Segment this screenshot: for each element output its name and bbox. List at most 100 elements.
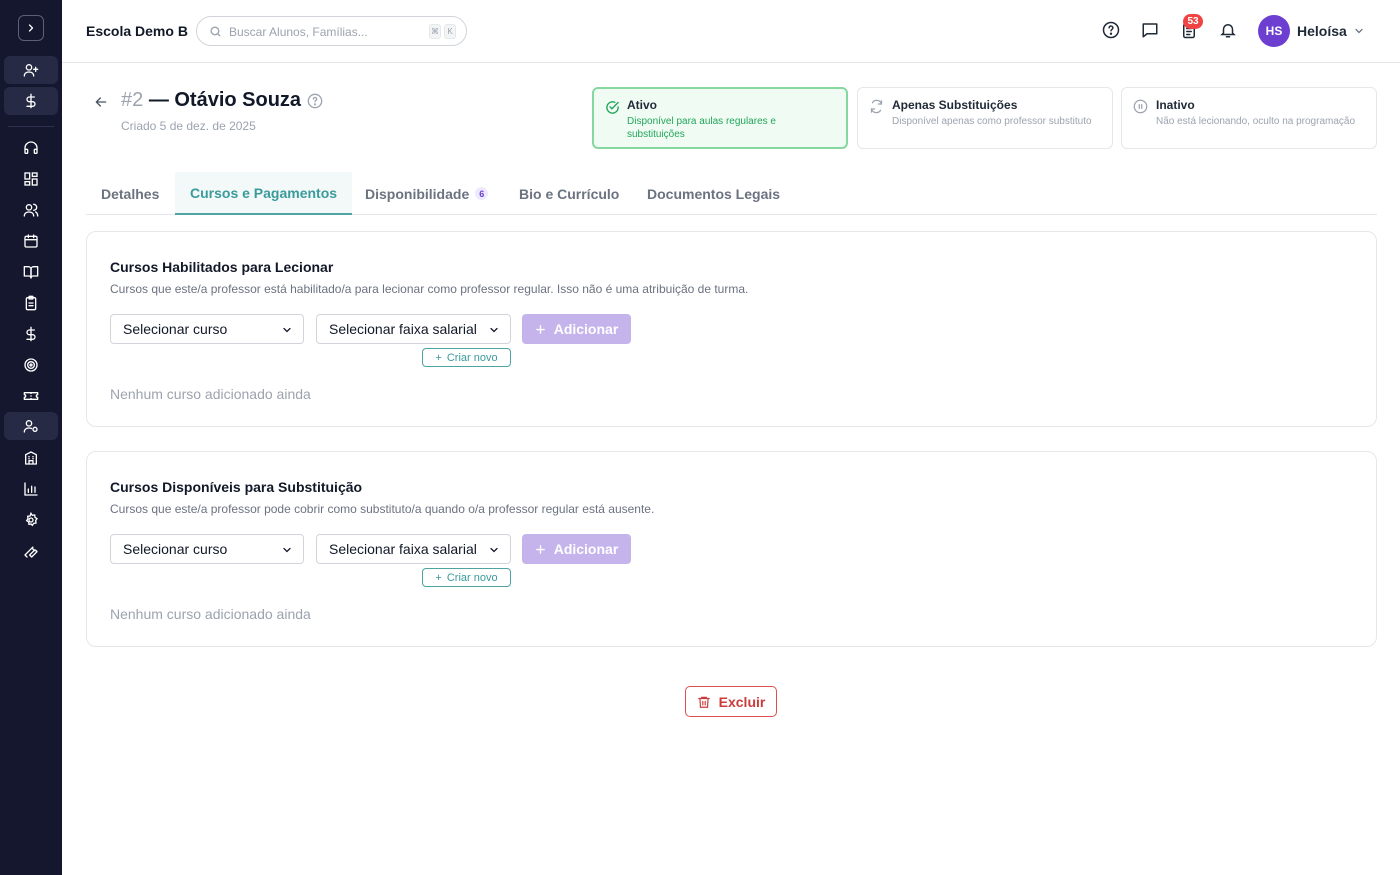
chat-icon[interactable]: [1141, 21, 1159, 39]
empty-state-text: Nenhum curso adicionado ainda: [110, 606, 311, 622]
sidebar-item-teachers[interactable]: [4, 412, 58, 440]
ticket-icon: [23, 392, 39, 400]
section-description: Cursos que este/a professor pode cobrir …: [110, 502, 655, 516]
sidebar-item-students[interactable]: [4, 196, 58, 224]
select-value: Selecionar faixa salarial: [329, 321, 477, 337]
status-option-inactive[interactable]: Inativo Não está lecionando, oculto na p…: [1121, 87, 1377, 149]
user-plus-icon: [23, 63, 39, 77]
create-new-salary-band-button[interactable]: + Criar novo: [422, 568, 511, 587]
button-label: Criar novo: [446, 351, 498, 364]
sidebar-item-finance[interactable]: [4, 320, 58, 348]
section-description: Cursos que este/a professor está habilit…: [110, 282, 749, 296]
tab-count-badge: 6: [475, 187, 489, 200]
user-name[interactable]: Heloísa: [1297, 23, 1347, 39]
empty-state-text: Nenhum curso adicionado ainda: [110, 386, 311, 402]
user-avatar[interactable]: HS: [1258, 15, 1290, 47]
enabled-courses-card: Cursos Habilitados para Lecionar Cursos …: [86, 231, 1377, 427]
delete-button[interactable]: Excluir: [685, 686, 777, 717]
help-circle-icon[interactable]: [307, 93, 323, 109]
section-title: Cursos Disponíveis para Substituição: [110, 479, 363, 495]
search-input[interactable]: [229, 23, 419, 41]
teacher-name: — Otávio Souza: [148, 89, 302, 111]
kbd-key: K: [444, 24, 456, 39]
sidebar-item-billing[interactable]: [4, 87, 58, 115]
bell-icon[interactable]: [1219, 21, 1237, 39]
tab-label: Bio e Currículo: [519, 185, 620, 202]
sidebar-item-settings[interactable]: [4, 506, 58, 534]
course-select[interactable]: Selecionar curso: [110, 314, 304, 344]
chevron-down-icon: [488, 324, 500, 336]
sidebar-item-dashboard[interactable]: [4, 165, 58, 193]
status-desc: Não está lecionando, oculto na programaç…: [1156, 116, 1356, 127]
gear-icon: [25, 512, 38, 527]
plus-icon: [535, 544, 545, 554]
sidebar-divider: [8, 126, 54, 127]
salary-band-select[interactable]: Selecionar faixa salarial: [316, 314, 511, 344]
sidebar-item-calendar[interactable]: [4, 227, 58, 255]
help-icon[interactable]: [1102, 21, 1120, 39]
clipboard-icon: [25, 295, 37, 311]
tasks-badge: 53: [1183, 14, 1203, 29]
building-icon: [25, 451, 37, 465]
chevron-down-icon: [283, 327, 291, 333]
sidebar-item-attendance[interactable]: [4, 289, 58, 317]
add-course-button[interactable]: Adicionar: [522, 534, 631, 564]
status-desc: Disponível apenas como professor substit…: [892, 116, 1092, 127]
page-title: #2 — Otávio Souza: [121, 89, 301, 112]
back-arrow-icon[interactable]: [93, 94, 109, 110]
chevron-down-icon: [283, 547, 291, 553]
sidebar-item-tools[interactable]: [4, 537, 58, 565]
bar-chart-icon: [24, 482, 38, 496]
dashboard-icon: [24, 172, 38, 186]
sidebar: [0, 0, 62, 875]
dollar-icon: [26, 93, 36, 109]
tab-legal-documents[interactable]: Documentos Legais: [632, 172, 795, 215]
users-icon: [23, 203, 39, 217]
tab-availability[interactable]: Disponibilidade 6: [350, 172, 503, 215]
chevron-right-icon: [28, 24, 34, 32]
sidebar-item-school[interactable]: [4, 444, 58, 472]
section-title: Cursos Habilitados para Lecionar: [110, 259, 334, 275]
sidebar-toggle-button[interactable]: [18, 15, 44, 41]
refresh-icon: [870, 99, 883, 114]
sidebar-item-support[interactable]: [4, 134, 58, 162]
status-option-active[interactable]: Ativo Disponível para aulas regulares e …: [592, 87, 848, 149]
sidebar-item-add-user[interactable]: [4, 56, 58, 84]
trash-icon: [697, 696, 710, 708]
status-desc: Disponível para aulas regulares e substi…: [627, 116, 776, 140]
tab-bio[interactable]: Bio e Currículo: [504, 172, 634, 215]
user-cog-icon: [23, 420, 38, 433]
search-box[interactable]: ⌘ K: [196, 16, 467, 46]
button-label: Adicionar: [553, 321, 619, 337]
headset-icon: [24, 141, 38, 154]
plus-icon: +: [435, 351, 442, 364]
teacher-number: #2: [121, 89, 144, 111]
button-label: Adicionar: [553, 541, 619, 557]
school-name: Escola Demo B: [86, 23, 188, 39]
course-select[interactable]: Selecionar curso: [110, 534, 304, 564]
search-icon: [210, 26, 221, 37]
plus-icon: +: [435, 571, 442, 584]
tab-label: Cursos e Pagamentos: [190, 184, 338, 201]
salary-band-select[interactable]: Selecionar faixa salarial: [316, 534, 511, 564]
kbd-modifier: ⌘: [429, 24, 441, 39]
add-course-button[interactable]: Adicionar: [522, 314, 631, 344]
status-option-substitutes-only[interactable]: Apenas Substituições Disponível apenas c…: [857, 87, 1113, 149]
status-title: Ativo: [627, 98, 657, 112]
create-new-salary-band-button[interactable]: + Criar novo: [422, 348, 511, 367]
sidebar-item-tickets[interactable]: [4, 382, 58, 410]
sidebar-item-reports[interactable]: [4, 475, 58, 503]
sidebar-item-goals[interactable]: [4, 351, 58, 379]
tab-bar: Detalhes Cursos e Pagamentos Disponibili…: [86, 172, 1377, 215]
tab-label: Disponibilidade: [365, 185, 470, 202]
chevron-down-icon[interactable]: [1353, 25, 1365, 37]
status-title: Apenas Substituições: [892, 98, 1018, 112]
dollar-icon: [26, 326, 36, 342]
sidebar-item-courses[interactable]: [4, 258, 58, 286]
tab-details[interactable]: Detalhes: [86, 172, 174, 215]
tab-courses-payments[interactable]: Cursos e Pagamentos: [175, 172, 353, 215]
tab-label: Documentos Legais: [647, 185, 781, 202]
target-icon: [24, 358, 38, 372]
status-title: Inativo: [1156, 98, 1195, 112]
tab-label: Detalhes: [101, 185, 160, 202]
